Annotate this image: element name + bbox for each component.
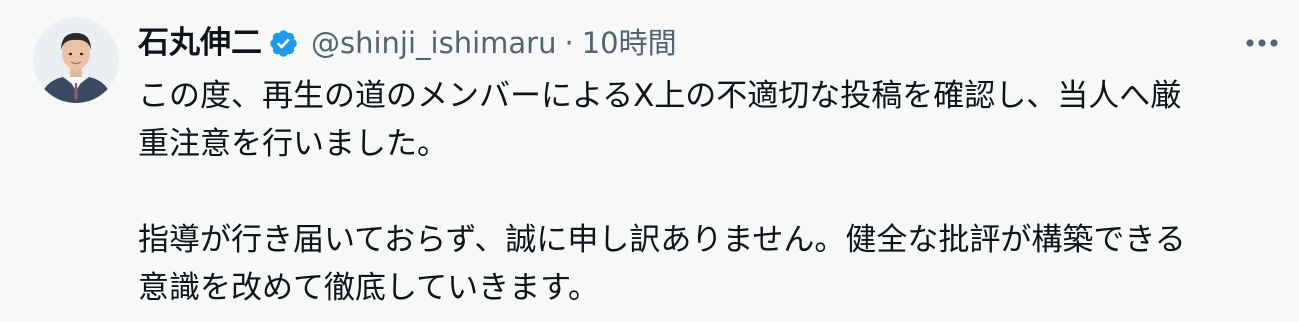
tweet-timestamp[interactable]: 10時間: [582, 28, 677, 58]
tweet-header: 石丸伸二 @shinji_ishimaru · 10時間: [138, 18, 677, 68]
avatar-portrait-icon: [33, 17, 119, 103]
tweet-text: この度、再生の道のメンバーによるX上の不適切な投稿を確認し、当人へ厳 重注意を行…: [138, 72, 1278, 312]
more-options-button[interactable]: [1238, 27, 1286, 59]
header-separator: ·: [564, 25, 574, 60]
tweet-text-line: 意識を改めて徹底していきます。: [138, 270, 599, 306]
tweet-card[interactable]: 石丸伸二 @shinji_ishimaru · 10時間 この度、再生の道のメン…: [0, 0, 1299, 322]
author-handle[interactable]: @shinji_ishimaru: [311, 28, 556, 58]
tweet-text-line: 重注意を行いました。: [138, 126, 448, 162]
tweet-text-line: 指導が行き届いておらず、誠に申し訳ありません。健全な批評が構築できる: [138, 222, 1186, 258]
verified-badge-icon: [268, 28, 299, 59]
avatar[interactable]: [33, 17, 119, 103]
display-name[interactable]: 石丸伸二: [138, 27, 262, 59]
tweet-text-line: この度、再生の道のメンバーによるX上の不適切な投稿を確認し、当人へ厳: [138, 78, 1182, 114]
ellipsis-icon: [1246, 39, 1278, 47]
